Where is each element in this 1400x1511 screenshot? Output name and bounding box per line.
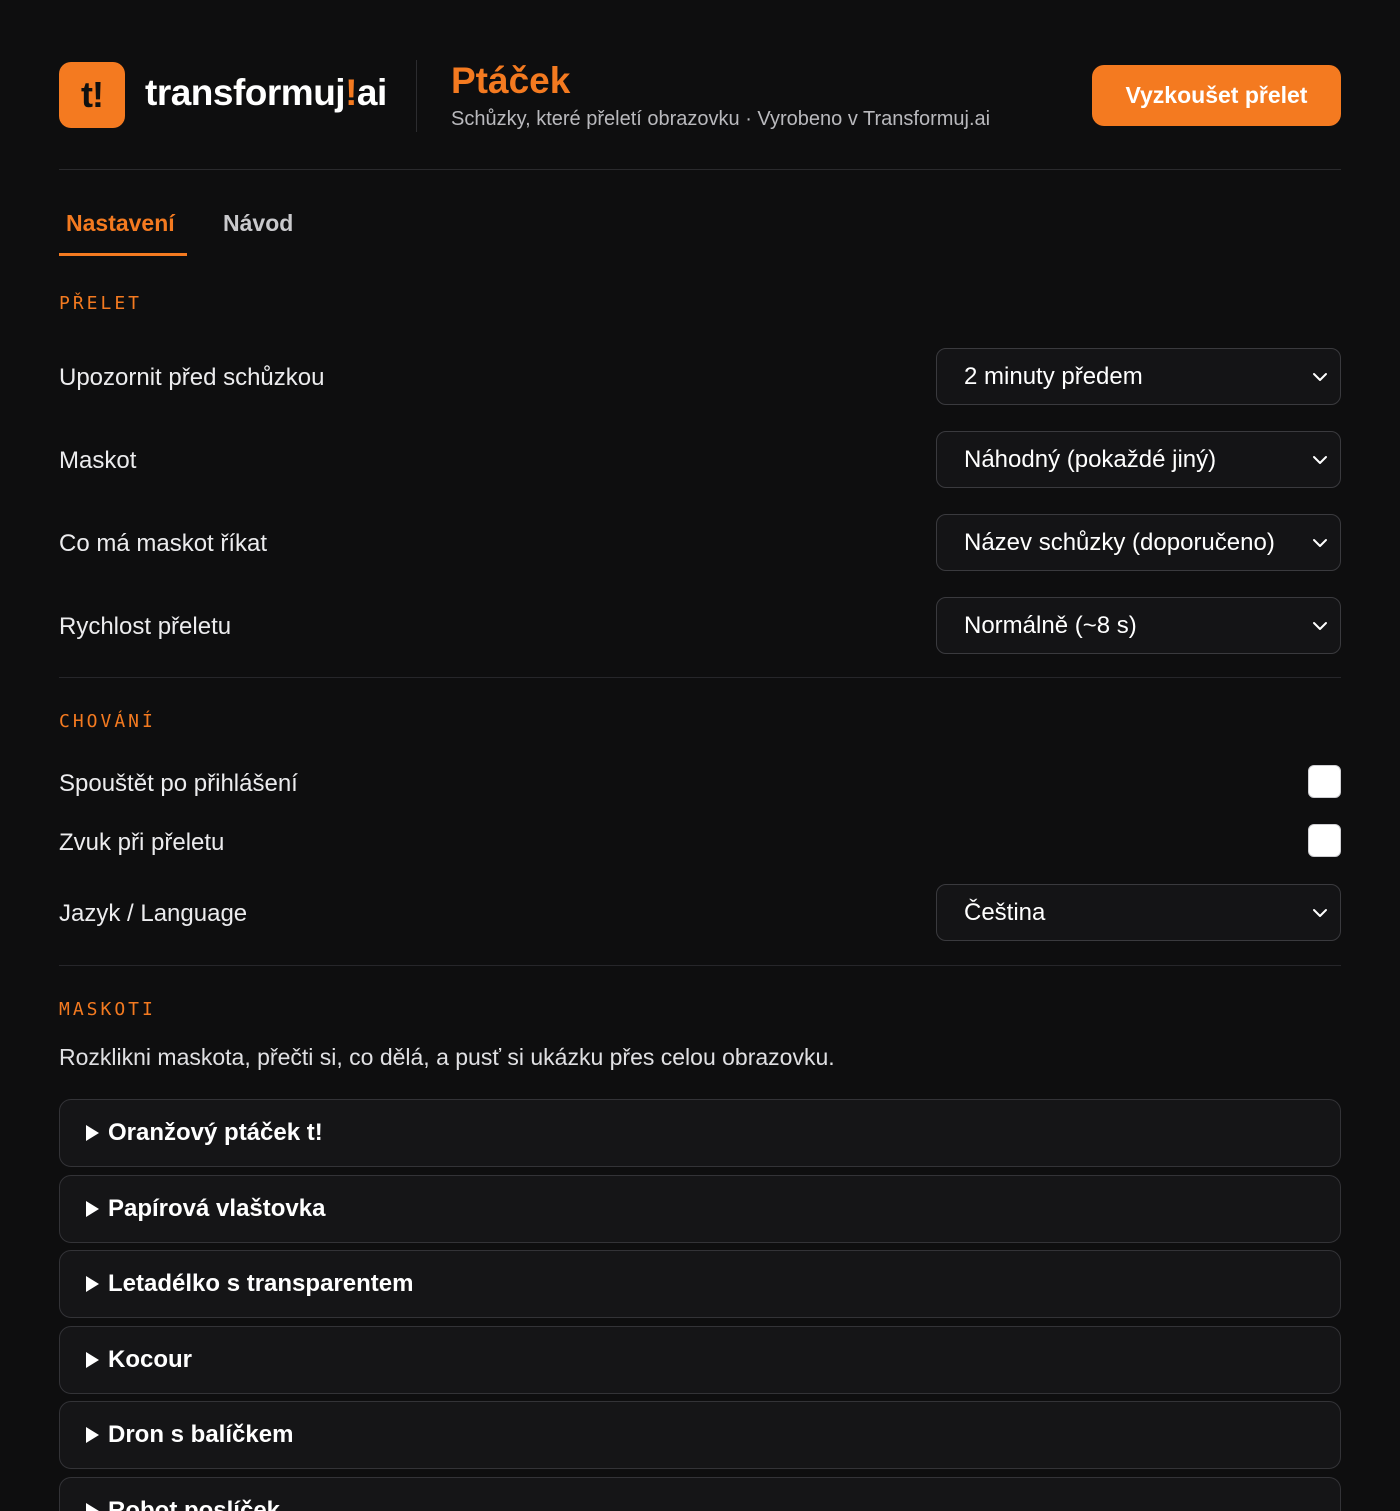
mascot-accordion-item[interactable]: Oranžový ptáček t! — [59, 1099, 1341, 1167]
mascots-description: Rozklikni maskota, přečti si, co dělá, a… — [59, 1044, 835, 1070]
language-value: Čeština — [964, 898, 1046, 926]
section-heading-behavior: CHOVÁNÍ — [59, 711, 156, 732]
notify-before-label: Upozornit před schůzkou — [59, 364, 325, 391]
language-select[interactable]: Čeština — [936, 884, 1341, 941]
chevron-down-icon — [1313, 538, 1327, 547]
chevron-down-icon — [1313, 455, 1327, 464]
section-divider — [59, 965, 1341, 966]
mascot-says-value: Název schůzky (doporučeno) — [964, 528, 1275, 556]
try-flight-button[interactable]: Vyzkoušet přelet — [1092, 65, 1341, 126]
section-heading-mascots: MASKOTI — [59, 999, 156, 1020]
mascot-accordion-label: Robot poslíček — [108, 1497, 281, 1511]
language-label: Jazyk / Language — [59, 900, 248, 927]
launch-on-login-checkbox[interactable] — [1308, 765, 1341, 798]
mascot-accordion-item[interactable]: Dron s balíčkem — [59, 1401, 1341, 1469]
launch-on-login-label: Spouštět po přihlášení — [59, 770, 298, 797]
disclosure-triangle-icon — [86, 1125, 99, 1141]
chevron-down-icon — [1313, 372, 1327, 381]
app-subtitle: Schůzky, které přeletí obrazovku · Vyrob… — [451, 108, 991, 130]
disclosure-triangle-icon — [86, 1276, 99, 1292]
mascot-accordion-label: Kocour — [108, 1346, 192, 1373]
mascot-accordion-label: Dron s balíčkem — [108, 1421, 294, 1448]
mascot-label: Maskot — [59, 447, 137, 474]
mascot-accordion-item[interactable]: Letadélko s transparentem — [59, 1250, 1341, 1318]
mascot-accordion-label: Letadélko s transparentem — [108, 1270, 414, 1297]
chevron-down-icon — [1313, 908, 1327, 917]
mascot-accordion-row: Robot poslíček — [86, 1478, 281, 1511]
brand-name-bang: ! — [345, 72, 357, 113]
mascot-accordion-label: Oranžový ptáček t! — [108, 1119, 323, 1146]
disclosure-triangle-icon — [86, 1427, 99, 1443]
mascot-accordion-item[interactable]: Kocour — [59, 1326, 1341, 1394]
brand-name-suffix: ai — [356, 72, 387, 113]
brand-logo-text: transformuj!ai — [145, 72, 387, 114]
section-heading-flight: PŘELET — [59, 293, 143, 314]
chevron-down-icon — [1313, 621, 1327, 630]
tab-settings[interactable]: Nastavení — [66, 210, 175, 237]
mascot-value: Náhodný (pokaždé jiný) — [964, 445, 1217, 473]
disclosure-triangle-icon — [86, 1201, 99, 1217]
mascot-accordion-item[interactable]: Robot poslíček — [59, 1477, 1341, 1511]
mascot-says-select[interactable]: Název schůzky (doporučeno) — [936, 514, 1341, 571]
flight-speed-select[interactable]: Normálně (~8 s) — [936, 597, 1341, 654]
tab-guide[interactable]: Návod — [223, 210, 293, 237]
app-title: Ptáček — [451, 60, 571, 101]
notify-before-select[interactable]: 2 minuty předem — [936, 348, 1341, 405]
disclosure-triangle-icon — [86, 1352, 99, 1368]
flight-speed-label: Rychlost přeletu — [59, 613, 232, 640]
mascot-select[interactable]: Náhodný (pokaždé jiný) — [936, 431, 1341, 488]
active-tab-indicator — [59, 253, 187, 256]
section-divider — [59, 677, 1341, 678]
mascot-accordion-label: Papírová vlaštovka — [108, 1195, 326, 1222]
mascot-accordion-item[interactable]: Papírová vlaštovka — [59, 1175, 1341, 1243]
brand-name-main: transformuj — [145, 72, 346, 113]
disclosure-triangle-icon — [86, 1503, 99, 1511]
brand-logo-mark: t! — [59, 62, 125, 128]
flight-sound-checkbox[interactable] — [1308, 824, 1341, 857]
mascot-says-label: Co má maskot říkat — [59, 530, 268, 557]
header-divider — [416, 60, 417, 132]
notify-before-value: 2 minuty předem — [964, 362, 1143, 390]
flight-sound-label: Zvuk při přeletu — [59, 829, 225, 856]
header: t! transformuj!ai Ptáček Schůzky, které … — [59, 0, 1341, 170]
flight-speed-value: Normálně (~8 s) — [964, 611, 1137, 639]
